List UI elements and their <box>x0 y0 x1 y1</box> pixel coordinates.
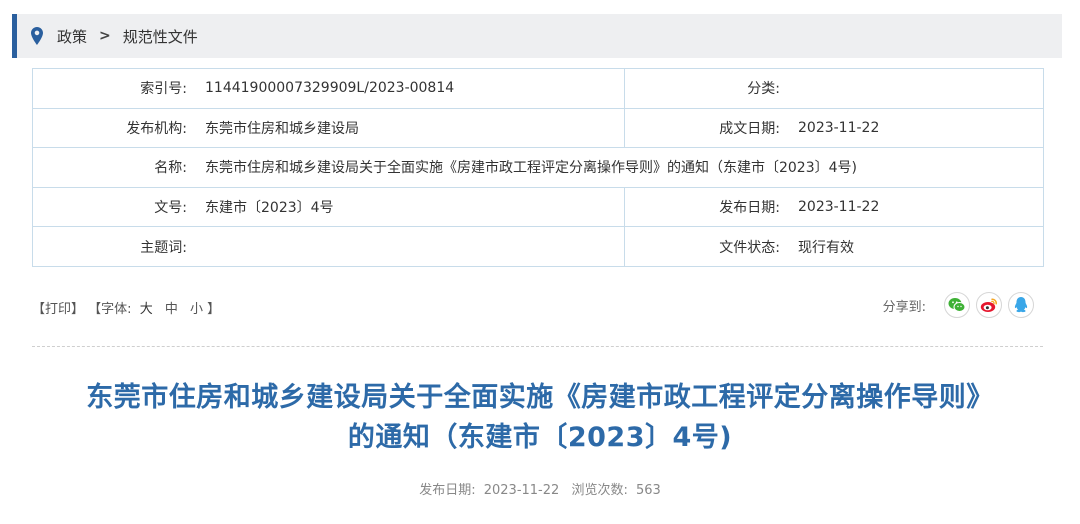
document-meta-table: 索引号: 11441900007329909L/2023-00814 分类: 发… <box>32 68 1044 267</box>
written-date-label: 成文日期: <box>719 120 780 137</box>
issuer-label: 发布机构: <box>126 120 187 137</box>
status-label: 文件状态: <box>719 239 780 256</box>
doc-number-label: 文号: <box>154 200 187 217</box>
table-row: 文号: 东建市〔2023〕4号 发布日期: 2023-11-22 <box>32 186 1044 228</box>
title-line-2: 的通知（东建市〔2023〕4号) <box>347 422 733 453</box>
status-value: 现行有效 <box>798 239 854 256</box>
chevron-right-icon: > <box>99 28 111 44</box>
table-row: 索引号: 11441900007329909L/2023-00814 分类: <box>32 68 1044 109</box>
issuer-value: 东莞市住房和城乡建设局 <box>205 120 359 137</box>
breadcrumb-item-policy[interactable]: 政策 <box>57 26 87 47</box>
doc-number-value: 东建市〔2023〕4号 <box>205 200 334 217</box>
publish-date-value: 2023-11-22 <box>798 199 880 216</box>
views-count: 563 <box>635 483 661 498</box>
share-label: 分享到: <box>882 299 926 315</box>
article-info: 发布日期: 2023-11-22 浏览次数: 563 <box>0 479 1080 498</box>
category-label: 分类: <box>747 81 780 98</box>
font-size-suffix: 】 <box>207 302 221 317</box>
share-wechat-button[interactable] <box>944 292 970 318</box>
written-date-value: 2023-11-22 <box>798 119 880 136</box>
title-line-1: 东莞市住房和城乡建设局关于全面实施《房建市政工程评定分离操作导则》 <box>86 382 994 413</box>
publish-date-label: 发布日期: <box>719 200 780 217</box>
index-value: 11441900007329909L/2023-00814 <box>205 80 455 97</box>
font-medium-link[interactable]: 中 <box>165 302 178 317</box>
page-title: 东莞市住房和城乡建设局关于全面实施《房建市政工程评定分离操作导则》 的通知（东建… <box>0 378 1080 458</box>
breadcrumb-item-normative-docs[interactable]: 规范性文件 <box>123 26 198 47</box>
page-tools: 【打印】 【字体: 大 中 小 】 <box>32 298 220 317</box>
share-bar: 分享到: <box>883 292 1034 318</box>
views-label: 浏览次数: <box>571 483 628 498</box>
print-link[interactable]: 【打印】 <box>32 302 84 317</box>
name-label: 名称: <box>154 160 187 177</box>
article-date-label: 发布日期: <box>419 483 476 498</box>
table-row: 主题词: 文件状态: 现行有效 <box>32 226 1044 267</box>
qq-icon <box>1014 297 1028 313</box>
share-weibo-button[interactable] <box>976 292 1002 318</box>
breadcrumb: 政策 > 规范性文件 <box>12 14 1062 58</box>
wechat-icon <box>948 298 966 312</box>
name-value: 东莞市住房和城乡建设局关于全面实施《房建市政工程评定分离操作导则》的通知（东建市… <box>205 160 857 177</box>
subject-label: 主题词: <box>140 239 187 256</box>
location-pin-icon <box>31 27 43 45</box>
font-size-prefix: 【字体: <box>88 302 132 317</box>
page: 政策 > 规范性文件 索引号: 11441900007329909L/2023-… <box>0 0 1080 524</box>
table-row: 名称: 东莞市住房和城乡建设局关于全面实施《房建市政工程评定分离操作导则》的通知… <box>32 147 1044 188</box>
font-large-link[interactable]: 大 <box>140 302 153 317</box>
weibo-icon <box>980 298 997 312</box>
index-label: 索引号: <box>140 81 187 98</box>
divider <box>32 346 1043 347</box>
table-row: 发布机构: 东莞市住房和城乡建设局 成文日期: 2023-11-22 <box>32 107 1044 149</box>
article-date: 2023-11-22 <box>483 483 560 498</box>
font-small-link[interactable]: 小 <box>190 302 203 317</box>
share-qq-button[interactable] <box>1008 292 1034 318</box>
